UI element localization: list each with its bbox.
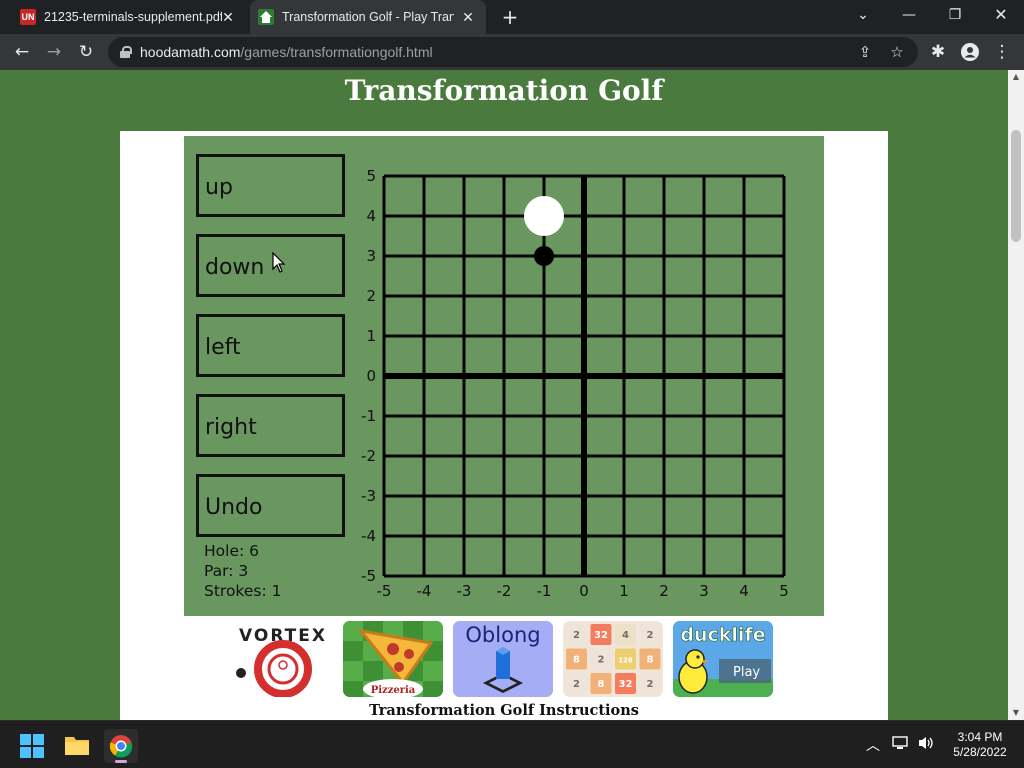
tile-2048-label: 8: [598, 679, 605, 690]
x-tick-label: 3: [699, 582, 709, 600]
file-explorer-icon[interactable]: [64, 733, 90, 761]
scroll-down-icon[interactable]: ▼: [1008, 706, 1024, 720]
game-thumb-2048[interactable]: 2 32 4 2 8 2 128 8 2 8 32 2: [563, 621, 663, 697]
play-button[interactable]: Play: [733, 665, 760, 680]
page-title: Transformation Golf: [344, 74, 664, 107]
x-tick-label: -4: [417, 582, 432, 600]
game-thumb-oblong[interactable]: Oblong: [453, 621, 553, 697]
tile-2048-label: 32: [594, 630, 608, 641]
chrome-taskbar-button[interactable]: [104, 729, 138, 763]
tile-2048-label: 2: [598, 655, 605, 666]
mouse-cursor-icon: [272, 252, 286, 273]
tile-2048-label: 4: [622, 630, 629, 641]
url-text: hoodamath.com/games/transformationgolf.h…: [140, 44, 433, 60]
tile-2048-label: 32: [619, 679, 633, 690]
papas-pizzeria-logo: Pizzeria: [371, 685, 416, 696]
address-bar[interactable]: hoodamath.com/games/transformationgolf.h…: [108, 37, 918, 67]
y-tick-label: 2: [366, 287, 376, 305]
x-tick-label: -3: [457, 582, 472, 600]
tile-2048-label: 2: [647, 679, 654, 690]
page-scrollbar[interactable]: ▲ ▼: [1008, 70, 1024, 720]
x-tick-label: 4: [739, 582, 749, 600]
tab-pdf[interactable]: UN 21235-terminals-supplement.pdf ✕: [12, 0, 246, 34]
lock-icon: [120, 46, 132, 58]
y-tick-label: 0: [366, 367, 376, 385]
close-tab-icon[interactable]: ✕: [460, 9, 476, 25]
tile-2048-label: 2: [573, 630, 580, 641]
time-label: 3:04 PM: [957, 730, 1003, 744]
x-tick-label: 0: [579, 582, 589, 600]
tile-2048-label: 2: [647, 630, 654, 641]
network-icon[interactable]: [892, 735, 910, 754]
x-tick-label: 1: [619, 582, 629, 600]
taskbar: ︿ 3:04 PM 5/28/2022: [0, 720, 1024, 768]
y-tick-label: -5: [361, 567, 376, 585]
hoodamath-favicon-icon: [258, 9, 274, 25]
tab-transformation-golf[interactable]: Transformation Golf - Play Transf ✕: [250, 0, 486, 34]
y-tick-label: 1: [366, 327, 376, 345]
y-tick-label: 5: [366, 167, 376, 185]
chrome-icon: [109, 735, 133, 758]
scroll-up-icon[interactable]: ▲: [1008, 70, 1024, 84]
x-tick-label: 2: [659, 582, 669, 600]
profile-avatar[interactable]: [956, 38, 984, 66]
game-thumb-papas-pizzeria[interactable]: Pizzeria: [343, 621, 443, 697]
bookmark-star-icon[interactable]: ☆: [886, 41, 908, 63]
instructions-heading: Transformation Golf Instructions: [369, 702, 639, 719]
tile-2048-label: 8: [573, 655, 580, 666]
volume-icon[interactable]: [918, 735, 936, 754]
game-area: up down left right Undo Hole: 6 Par: 3 S…: [184, 136, 824, 616]
tab-bar: UN 21235-terminals-supplement.pdf ✕ Tran…: [0, 0, 1024, 34]
y-tick-label: 4: [366, 207, 376, 225]
browser-toolbar: ← → ↻ hoodamath.com/games/transformation…: [0, 34, 1024, 70]
tile-2048-label: 8: [647, 655, 654, 666]
menu-kebab-icon[interactable]: ⋮: [988, 38, 1016, 66]
back-icon[interactable]: ←: [8, 38, 36, 66]
windows-start-icon[interactable]: [20, 734, 44, 762]
ducklife-logo: ducklife: [680, 624, 765, 646]
game-thumb-ducklife[interactable]: ducklife Play: [673, 621, 773, 697]
minimize-icon[interactable]: —: [886, 0, 932, 30]
y-tick-label: 3: [366, 247, 376, 265]
x-tick-label: -5: [377, 582, 392, 600]
restore-icon[interactable]: ❐: [932, 0, 978, 30]
coordinate-grid[interactable]: -5 -4 -3 -2 -1 0 1 2 3 4 5 5 4 3 2 1 0 -1 -2 -3 -4 -5: [184, 136, 824, 616]
clock[interactable]: 3:04 PM 5/28/2022: [946, 730, 1014, 760]
close-window-icon[interactable]: ✕: [978, 0, 1024, 30]
forward-icon[interactable]: →: [40, 38, 68, 66]
reload-icon[interactable]: ↻: [72, 38, 100, 66]
pdf-favicon-icon: UN: [20, 9, 36, 25]
close-tab-icon[interactable]: ✕: [220, 9, 236, 25]
x-tick-label: -1: [537, 582, 552, 600]
page-viewport: Transformation Golf up down left right U…: [0, 70, 1008, 720]
y-tick-label: -4: [361, 527, 376, 545]
scrollbar-thumb[interactable]: [1011, 130, 1021, 242]
y-tick-label: -1: [361, 407, 376, 425]
tab-title: 21235-terminals-supplement.pdf: [44, 10, 222, 24]
game-card: up down left right Undo Hole: 6 Par: 3 S…: [120, 131, 888, 720]
golf-ball: [534, 246, 554, 266]
x-tick-label: 5: [779, 582, 789, 600]
show-hidden-icons-chevron-icon[interactable]: ︿: [866, 735, 880, 755]
share-icon[interactable]: ⇪: [854, 41, 876, 63]
y-tick-label: -2: [361, 447, 376, 465]
tile-2048-label: 2: [573, 679, 580, 690]
oblong-logo: Oblong: [465, 623, 540, 647]
extensions-icon[interactable]: ✱: [924, 38, 952, 66]
tab-search-icon[interactable]: ⌄: [840, 0, 886, 30]
y-tick-label: -3: [361, 487, 376, 505]
tab-title: Transformation Golf - Play Transf: [282, 10, 454, 24]
date-label: 5/28/2022: [953, 745, 1007, 759]
golf-hole: [524, 196, 564, 236]
game-thumb-vortex[interactable]: VORTEX: [233, 621, 333, 697]
x-tick-label: -2: [497, 582, 512, 600]
new-tab-icon[interactable]: +: [500, 7, 520, 27]
tile-2048-label: 128: [618, 657, 633, 665]
